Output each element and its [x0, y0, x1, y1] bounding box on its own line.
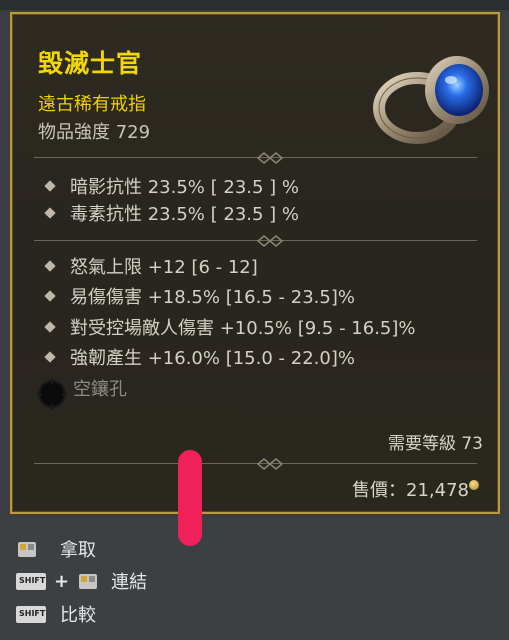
divider-ornament-icon — [256, 235, 284, 247]
ring-icon — [373, 56, 489, 144]
diamond-bullet-icon — [44, 321, 56, 333]
top-strip — [0, 0, 509, 10]
divider-middle — [34, 235, 477, 247]
pickup-action[interactable]: 拿取 — [16, 536, 96, 562]
divider-top — [34, 152, 477, 164]
pink-marker — [178, 450, 202, 546]
divider-ornament-icon — [256, 458, 284, 470]
mouse-click-icon — [18, 541, 36, 557]
divider-ornament-icon — [256, 152, 284, 164]
sell-price: 售價：21,478 — [352, 480, 469, 501]
pickup-label: 拿取 — [60, 540, 96, 561]
affix-stat: 強韌產生 +16.0% [15.0 - 22.0]% — [44, 344, 355, 370]
diamond-bullet-icon — [44, 180, 56, 192]
shift-key-icon: SHIFT — [16, 572, 46, 590]
item-power: 物品強度 729 — [38, 122, 151, 143]
diamond-bullet-icon — [44, 290, 56, 302]
diamond-bullet-icon — [44, 207, 56, 219]
gold-coin-icon — [469, 480, 479, 490]
implicit-stat: 暗影抗性 23.5% [ 23.5 ] % — [44, 173, 299, 199]
compare-label: 比較 — [60, 605, 96, 626]
affix-stat: 對受控場敵人傷害 +10.5% [9.5 - 16.5]% — [44, 314, 416, 340]
shift-key-label: SHIFT — [19, 575, 46, 585]
shift-key-label: SHIFT — [19, 608, 46, 618]
link-action[interactable]: SHIFT + 連結 — [16, 568, 147, 594]
shift-key-icon: SHIFT — [16, 605, 46, 623]
affix-stat: 易傷傷害 +18.5% [16.5 - 23.5]% — [44, 283, 355, 309]
affix-stat: 怒氣上限 +12 [6 - 12] — [44, 253, 258, 279]
link-label: 連結 — [111, 572, 148, 593]
empty-socket-label: 空鑲孔 — [73, 379, 127, 400]
diamond-bullet-icon — [44, 351, 56, 363]
required-level: 需要等級 73 — [387, 434, 483, 454]
plus-sign: + — [54, 570, 70, 592]
diamond-bullet-icon — [44, 260, 56, 272]
mouse-click-icon — [79, 573, 98, 589]
item-type: 遠古稀有戒指 — [38, 94, 146, 115]
item-name: 毀滅士官 — [38, 49, 143, 78]
divider-bottom — [34, 458, 477, 470]
empty-socket-icon — [36, 378, 68, 410]
compare-action[interactable]: SHIFT 比較 — [16, 601, 96, 627]
implicit-stat: 毒素抗性 23.5% [ 23.5 ] % — [44, 200, 299, 226]
